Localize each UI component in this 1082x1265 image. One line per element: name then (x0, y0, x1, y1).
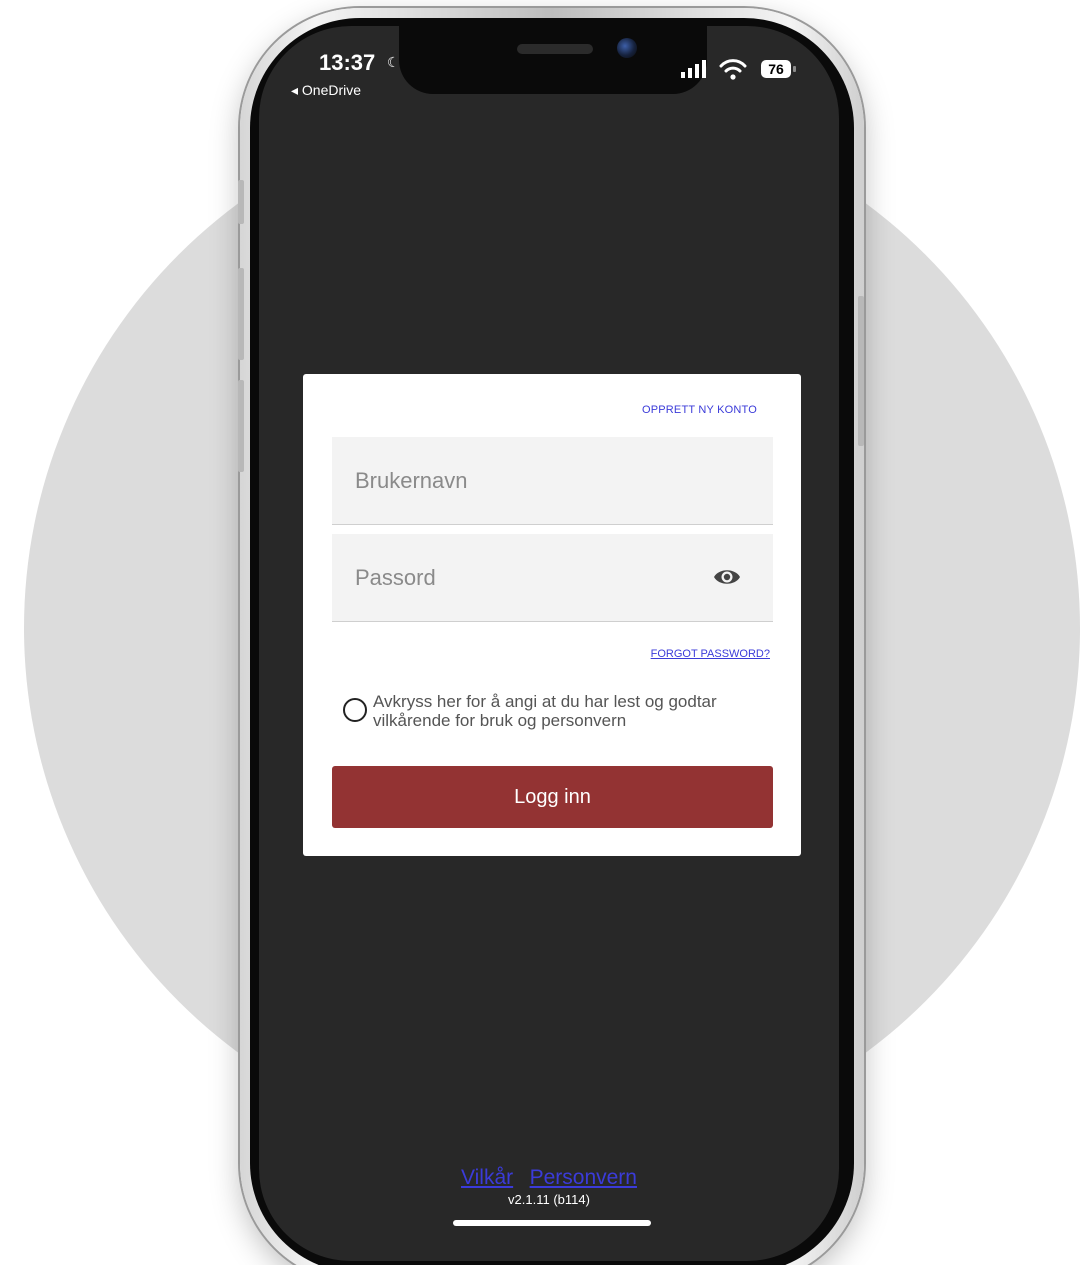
forgot-password-link[interactable]: FORGOT PASSWORD? (651, 648, 770, 660)
consent-row: Avkryss her for å angi at du har lest og… (343, 692, 783, 730)
login-button[interactable]: Logg inn (332, 766, 773, 828)
battery-indicator: 76 (761, 60, 791, 78)
volume-up-button (238, 268, 244, 360)
consent-radio-button[interactable] (343, 698, 367, 722)
stage: 13:37 ☾ ◂ OneDrive 76 OPPRETT NY KONTO B… (0, 0, 1082, 1265)
volume-down-button (238, 380, 244, 472)
terms-link[interactable]: Vilkår (461, 1166, 513, 1189)
create-account-link[interactable]: OPPRETT NY KONTO (642, 404, 757, 416)
login-card: OPPRETT NY KONTO FORGOT PASSWORD? Avkrys… (303, 374, 801, 856)
front-camera-icon (617, 38, 637, 58)
back-to-app-link[interactable]: ◂ OneDrive (291, 82, 361, 99)
password-field (332, 534, 773, 622)
username-field (332, 437, 773, 525)
speaker-grille (517, 44, 593, 54)
cellular-signal-icon (681, 60, 706, 78)
password-input[interactable] (332, 534, 773, 621)
battery-tip (793, 66, 796, 72)
notch (399, 26, 707, 94)
privacy-link[interactable]: Personvern (530, 1166, 637, 1189)
username-input[interactable] (332, 437, 773, 524)
wifi-icon (719, 59, 747, 80)
silent-switch (238, 180, 244, 224)
show-password-eye-icon[interactable] (713, 566, 741, 588)
focus-mode-icon: ☾ (387, 54, 400, 70)
footer-links: Vilkår Personvern (259, 1166, 839, 1190)
home-indicator[interactable] (453, 1220, 651, 1226)
power-button (858, 296, 864, 446)
phone-screen: 13:37 ☾ ◂ OneDrive 76 OPPRETT NY KONTO B… (259, 26, 839, 1261)
consent-text: Avkryss her for å angi at du har lest og… (373, 692, 717, 730)
app-version-text: v2.1.11 (b114) (508, 1192, 590, 1207)
status-time: 13:37 (319, 50, 376, 75)
